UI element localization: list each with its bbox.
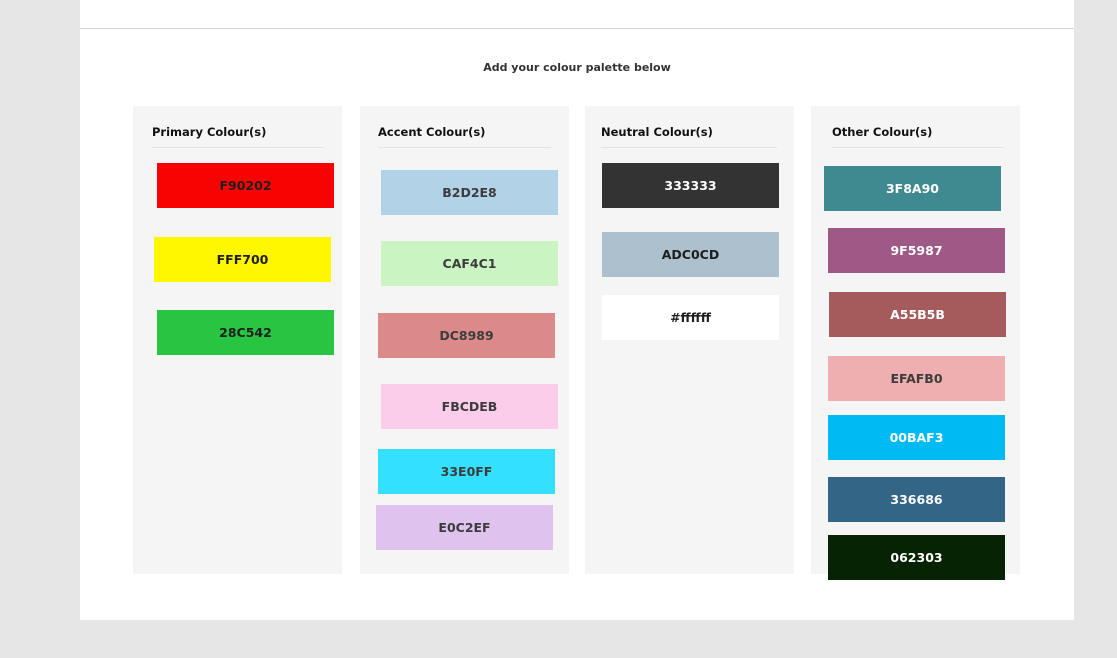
swatch-neutral-1[interactable]: 333333 — [602, 163, 779, 208]
primary-colour-title: Primary Colour(s) — [152, 125, 267, 139]
swatch-neutral-3[interactable]: #ffffff — [602, 295, 779, 340]
swatch-other-5[interactable]: 00BAF3 — [828, 415, 1005, 460]
swatch-primary-2[interactable]: FFF700 — [154, 237, 331, 282]
accent-colour-title: Accent Colour(s) — [378, 125, 486, 139]
swatch-accent-2[interactable]: CAF4C1 — [381, 241, 558, 286]
column-divider — [601, 147, 777, 148]
column-divider — [378, 147, 551, 148]
swatch-primary-1[interactable]: F90202 — [157, 163, 334, 208]
swatch-accent-5[interactable]: 33E0FF — [378, 449, 555, 494]
swatch-accent-1[interactable]: B2D2E8 — [381, 170, 558, 215]
swatch-other-6[interactable]: 336686 — [828, 477, 1005, 522]
primary-colour-column: Primary Colour(s) F90202 FFF700 28C542 — [133, 106, 342, 574]
accent-colour-column: Accent Colour(s) B2D2E8 CAF4C1 DC8989 FB… — [360, 106, 569, 574]
swatch-accent-3[interactable]: DC8989 — [378, 313, 555, 358]
page-heading: Add your colour palette below — [483, 61, 671, 74]
swatch-accent-6[interactable]: E0C2EF — [376, 505, 553, 550]
swatch-neutral-2[interactable]: ADC0CD — [602, 232, 779, 277]
swatch-accent-4[interactable]: FBCDEB — [381, 384, 558, 429]
palette-card: Add your colour palette below Primary Co… — [80, 0, 1074, 620]
swatch-other-3[interactable]: A55B5B — [829, 292, 1006, 337]
other-colour-column: Other Colour(s) 3F8A90 9F5987 A55B5B EFA… — [811, 106, 1020, 580]
top-divider — [80, 28, 1074, 29]
swatch-other-2[interactable]: 9F5987 — [828, 228, 1005, 273]
column-divider — [832, 147, 1004, 148]
swatch-other-1[interactable]: 3F8A90 — [824, 166, 1001, 211]
column-divider — [152, 147, 324, 148]
other-colour-title: Other Colour(s) — [832, 125, 933, 139]
swatch-other-4[interactable]: EFAFB0 — [828, 356, 1005, 401]
swatch-primary-3[interactable]: 28C542 — [157, 310, 334, 355]
swatch-other-7[interactable]: 062303 — [828, 535, 1005, 580]
neutral-colour-title: Neutral Colour(s) — [601, 125, 713, 139]
neutral-colour-column: Neutral Colour(s) 333333 ADC0CD #ffffff — [585, 106, 794, 574]
